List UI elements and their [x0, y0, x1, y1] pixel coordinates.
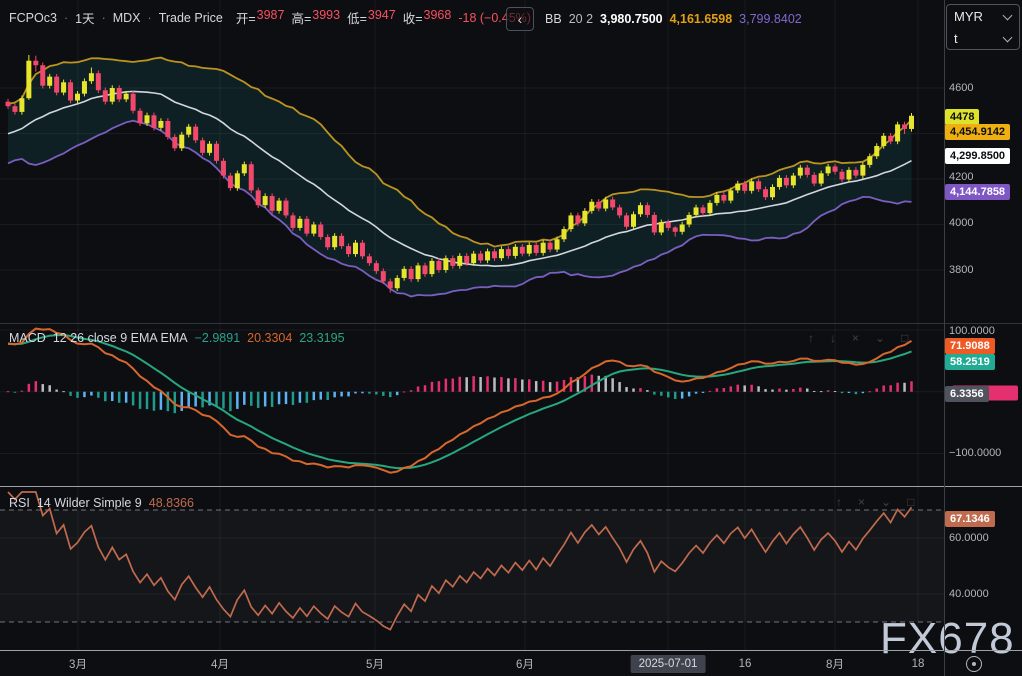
chevron-left-icon: ‹ — [518, 11, 523, 27]
open-value: 开=3987 — [236, 8, 285, 27]
move-pane-up-icon[interactable]: ↑ — [808, 331, 814, 345]
bb-basis-badge: 4,299.8500 — [945, 148, 1010, 164]
collapse-indicators-button[interactable]: ‹ — [506, 7, 534, 31]
maximize-pane-icon[interactable]: □ — [901, 331, 908, 345]
price-tick-3800: 3800 — [949, 264, 973, 276]
time-tick-label: 3月 — [69, 656, 87, 672]
currency-dropdown[interactable]: MYR — [947, 5, 1019, 27]
time-tick-label: 18 — [912, 658, 925, 670]
bb-upper-value: 4,161.6598 — [670, 12, 733, 26]
timezone-settings-icon[interactable] — [966, 656, 982, 672]
macd-tick-100: 100.0000 — [949, 325, 995, 337]
crosshair-date-badge: 2025-07-01 — [631, 655, 706, 673]
interval-label[interactable]: 1天 — [75, 8, 94, 27]
price-tick-4200: 4200 — [949, 171, 973, 183]
delete-pane-icon[interactable]: × — [852, 331, 859, 345]
price-tick-4600: 4600 — [949, 82, 973, 94]
price-scale[interactable]: 4600 44784,454.9142 4,299.8500 42004,144.78… — [944, 0, 1022, 651]
series-type-label: Trade Price — [159, 11, 223, 25]
bb-title[interactable]: BB — [545, 12, 562, 26]
rsi-indicator-header: RSI 14 Wilder Simple 9 48.8366 — [9, 496, 194, 510]
rsi-pane-controls: ↑ × ⌄ □ — [836, 495, 914, 509]
signal-line-badge: 58.2519 — [945, 354, 995, 370]
symbol-header: FCPOc3 · 1天 · MDX · Trade Price 开=3987 高… — [9, 8, 531, 27]
price-macd-separator[interactable] — [0, 323, 1022, 324]
bb-lower-badge: 4,144.7858 — [945, 184, 1010, 200]
time-tick-label: 5月 — [366, 656, 384, 672]
macd-signal-value: 23.3195 — [299, 331, 344, 345]
macd-rsi-separator[interactable] — [0, 486, 1022, 487]
currency-value: MYR — [954, 9, 983, 24]
bb-upper-badge: 4,454.9142 — [945, 124, 1010, 140]
rsi-params: 14 Wilder Simple 9 — [37, 496, 142, 510]
move-pane-up-icon[interactable]: ↑ — [836, 495, 842, 509]
header-separator: · — [102, 11, 106, 25]
rsi-value-badge: 67.1346 — [945, 511, 995, 527]
chevron-down-icon — [1003, 33, 1013, 43]
bb-indicator-header: ‹ BB 20 2 3,980.7500 4,161.6598 3,799.84… — [506, 7, 802, 31]
macd-pane-canvas[interactable] — [0, 324, 944, 486]
time-tick-label: 4月 — [211, 656, 229, 672]
bb-basis-value: 3,980.7500 — [600, 12, 663, 26]
header-separator: · — [148, 11, 152, 25]
symbol-name[interactable]: FCPOc3 — [9, 11, 57, 25]
bb-lower-value: 3,799.8402 — [739, 12, 802, 26]
low-value: 低=3947 — [347, 8, 396, 27]
unit-dropdown[interactable]: t — [947, 27, 1019, 49]
unit-value: t — [954, 31, 958, 46]
close-value: 收=3968 — [403, 8, 452, 27]
maximize-pane-icon[interactable]: □ — [907, 495, 914, 509]
rsi-value: 48.8366 — [149, 496, 194, 510]
price-pane-canvas[interactable] — [0, 0, 944, 323]
move-pane-down-icon[interactable]: ↓ — [830, 331, 836, 345]
high-value: 高=3993 — [291, 8, 340, 27]
macd-indicator-header: MACD 12 26 close 9 EMA EMA −2.9891 20.33… — [9, 331, 345, 345]
rsi-pane-canvas[interactable] — [0, 487, 944, 650]
time-tick-label: 16 — [739, 658, 752, 670]
chevron-down-icon — [1003, 11, 1013, 21]
macd-params: 12 26 close 9 EMA EMA — [53, 331, 188, 345]
collapse-pane-icon[interactable]: ⌄ — [881, 495, 891, 509]
macd-pane-controls: ↑ ↓ × ⌄ □ — [808, 331, 908, 345]
trading-chart-app: FCPOc3 · 1天 · MDX · Trade Price 开=3987 高… — [0, 0, 1022, 676]
currency-unit-selector: MYR t — [946, 4, 1020, 50]
header-separator: · — [64, 11, 68, 25]
collapse-pane-icon[interactable]: ⌄ — [875, 331, 885, 345]
delete-pane-icon[interactable]: × — [858, 495, 865, 509]
hist-value-badge: 6.3356 — [945, 386, 989, 402]
rsi-tick-60: 60.0000 — [949, 532, 989, 544]
macd-title[interactable]: MACD — [9, 331, 46, 345]
exchange-label: MDX — [113, 11, 141, 25]
rsi-title[interactable]: RSI — [9, 496, 30, 510]
bb-params: 20 2 — [569, 12, 593, 26]
time-tick-label: 6月 — [516, 656, 534, 672]
price-tick-4000: 4000 — [949, 217, 973, 229]
macd-hist-value: −2.9891 — [195, 331, 241, 345]
rsi-tick-40: 40.0000 — [949, 588, 989, 600]
macd-tick-minus100: −100.0000 — [949, 447, 1001, 459]
last-price-badge: 4478 — [945, 109, 979, 125]
time-axis[interactable]: 3月 4月 5月 6月 2025-07-01 16 8月 18 — [0, 651, 1022, 676]
macd-line-badge: 71.9088 — [945, 338, 995, 354]
macd-line-value: 20.3304 — [247, 331, 292, 345]
time-tick-label: 8月 — [826, 656, 844, 672]
